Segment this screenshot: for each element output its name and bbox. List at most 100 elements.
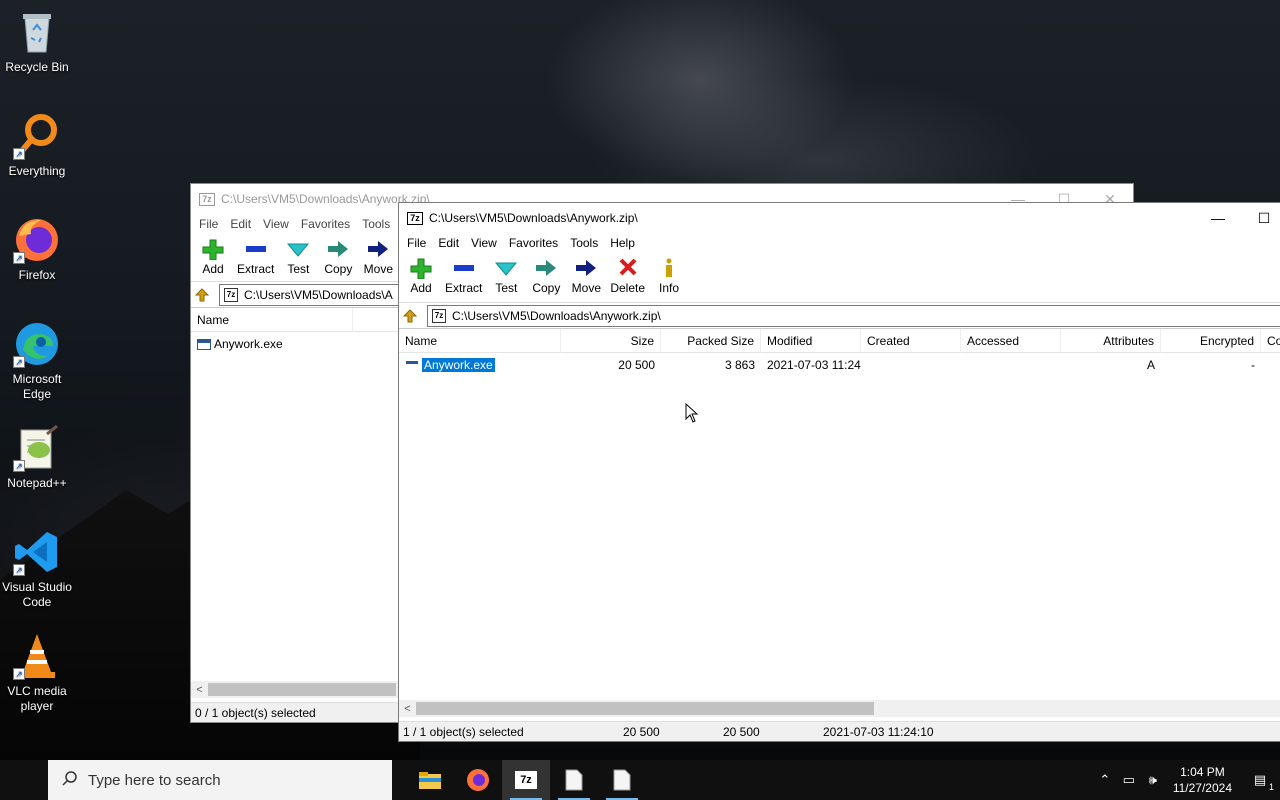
- test-icon: [494, 257, 518, 279]
- clock[interactable]: 1:04 PM 11/27/2024: [1165, 764, 1240, 796]
- scroll-left-arrow-icon[interactable]: <: [399, 700, 416, 717]
- status-selected: 1 / 1 object(s) selected: [403, 724, 524, 739]
- notification-count: 1: [1268, 782, 1274, 792]
- desktop-icon-firefox[interactable]: ↗ Firefox: [0, 216, 74, 283]
- back-horizontal-scrollbar[interactable]: <: [191, 681, 399, 698]
- desktop-icon-notepad-plus-plus[interactable]: ↗ Notepad++: [0, 424, 74, 491]
- taskbar-7zip[interactable]: 7z: [502, 760, 550, 800]
- shortcut-arrow-icon: ↗: [13, 668, 25, 680]
- scroll-thumb[interactable]: [208, 683, 396, 696]
- front-window-titlebar[interactable]: 7z C:\Users\VM5\Downloads\Anywork.zip\ —…: [399, 203, 1280, 233]
- front-address-field[interactable]: 7z C:\Users\VM5\Downloads\Anywork.zip\: [427, 304, 1280, 327]
- taskbar-search-box[interactable]: Type here to search: [48, 760, 392, 800]
- menu-favorites[interactable]: Favorites: [503, 236, 564, 250]
- column-size[interactable]: Size: [561, 328, 661, 353]
- column-packed-size[interactable]: Packed Size: [661, 328, 761, 353]
- taskbar-document-2[interactable]: [598, 760, 646, 800]
- system-tray: ⌃ ▭ 🕪 1:04 PM 11/27/2024 ▤ 1: [1093, 760, 1280, 800]
- front-status-bar: 1 / 1 object(s) selected 20 500 20 500 2…: [399, 721, 1280, 741]
- volume-icon[interactable]: 🕪: [1141, 772, 1165, 788]
- column-comment[interactable]: Co: [1261, 329, 1280, 353]
- info-button[interactable]: Info: [649, 253, 689, 295]
- front-window-menubar: File Edit View Favorites Tools Help: [399, 233, 1280, 253]
- extract-button[interactable]: Extract: [441, 253, 486, 295]
- vscode-icon: ↗: [13, 528, 61, 576]
- status-packed: 20 500: [723, 724, 760, 739]
- desktop-icon-label: Firefox: [18, 268, 56, 282]
- menu-edit[interactable]: Edit: [224, 217, 257, 231]
- desktop-icon-vscode[interactable]: ↗ Visual Studio Code: [0, 528, 74, 610]
- move-button[interactable]: Move: [566, 253, 606, 295]
- test-button[interactable]: Test: [278, 234, 318, 276]
- extract-icon: [244, 238, 268, 260]
- network-icon[interactable]: ▭: [1117, 772, 1141, 788]
- scroll-left-arrow-icon[interactable]: <: [191, 681, 208, 698]
- menu-view[interactable]: View: [257, 217, 295, 231]
- size-cell: 20 500: [618, 358, 655, 372]
- file-name-cell: Anywork.exe: [191, 337, 289, 351]
- clock-date: 11/27/2024: [1172, 781, 1232, 795]
- notification-icon[interactable]: ▤ 1: [1240, 772, 1280, 792]
- clock-time: 1:04 PM: [1180, 765, 1225, 779]
- notepad-plus-plus-icon: ↗: [13, 424, 61, 472]
- desktop-icon-microsoft-edge[interactable]: ↗ Microsoft Edge: [0, 320, 74, 402]
- menu-tools[interactable]: Tools: [564, 236, 604, 250]
- start-button[interactable]: [0, 760, 48, 800]
- desktop-icon-everything[interactable]: ↗ Everything: [0, 112, 74, 179]
- desktop-icon-label: Notepad++: [7, 476, 67, 490]
- taskbar-firefox[interactable]: [454, 760, 502, 800]
- column-encrypted[interactable]: Encrypted: [1161, 328, 1261, 353]
- menu-help[interactable]: Help: [604, 236, 641, 250]
- column-name[interactable]: Name: [399, 328, 561, 353]
- extract-icon: [452, 257, 476, 279]
- front-horizontal-scrollbar[interactable]: <: [399, 700, 1280, 717]
- folder-up-icon[interactable]: [399, 305, 421, 327]
- zip-icon: 7z: [432, 308, 446, 323]
- firefox-icon: [467, 769, 489, 791]
- menu-edit[interactable]: Edit: [432, 236, 465, 250]
- desktop-icon-vlc[interactable]: ↗ VLC media player: [0, 632, 74, 714]
- move-icon: [574, 257, 598, 279]
- packed-size-cell: 3 863: [724, 358, 755, 372]
- copy-button[interactable]: Copy: [526, 253, 566, 295]
- move-button[interactable]: Move: [358, 234, 398, 276]
- mouse-cursor-icon: [685, 402, 699, 423]
- add-button[interactable]: Add: [193, 234, 233, 276]
- 7zip-app-icon: 7z: [199, 192, 215, 206]
- shortcut-arrow-icon: ↗: [13, 356, 25, 368]
- column-modified[interactable]: Modified: [761, 328, 861, 353]
- column-name[interactable]: Name: [191, 307, 353, 332]
- desktop-icon-label: Everything: [8, 164, 66, 178]
- chevron-up-icon[interactable]: ⌃: [1093, 772, 1117, 788]
- menu-view[interactable]: View: [465, 236, 503, 250]
- scroll-thumb[interactable]: [416, 702, 874, 715]
- move-icon: [366, 238, 390, 260]
- column-created[interactable]: Created: [861, 328, 961, 353]
- back-status-bar: 0 / 1 object(s) selected: [191, 702, 399, 722]
- add-button[interactable]: Add: [401, 253, 441, 295]
- column-attributes[interactable]: Attributes: [1061, 328, 1161, 353]
- test-button[interactable]: Test: [486, 253, 526, 295]
- menu-file[interactable]: File: [401, 236, 432, 250]
- table-row[interactable]: Anywork.exe 20 500 3 863 2021-07-03 11:2…: [399, 355, 1280, 375]
- status-selected: 0 / 1 object(s) selected: [195, 705, 316, 720]
- menu-favorites[interactable]: Favorites: [295, 217, 356, 231]
- desktop-icon-recycle-bin[interactable]: Recycle Bin: [0, 8, 74, 75]
- 7zip-icon: 7z: [515, 771, 537, 789]
- taskbar-document-1[interactable]: [550, 760, 598, 800]
- maximize-button[interactable]: ☐: [1241, 203, 1280, 233]
- desktop-icon-label: Microsoft Edge: [12, 372, 62, 401]
- edge-icon: ↗: [13, 320, 61, 368]
- zip-icon: 7z: [224, 287, 238, 302]
- taskbar-file-explorer[interactable]: [406, 760, 454, 800]
- extract-button[interactable]: Extract: [233, 234, 278, 276]
- folder-up-icon[interactable]: [191, 284, 213, 306]
- column-accessed[interactable]: Accessed: [961, 328, 1061, 353]
- copy-button[interactable]: Copy: [318, 234, 358, 276]
- front-window-toolbar: Add Extract Test Copy Move Delete Info: [399, 253, 1280, 303]
- menu-tools[interactable]: Tools: [356, 217, 396, 231]
- front-7zip-window[interactable]: 7z C:\Users\VM5\Downloads\Anywork.zip\ —…: [398, 202, 1280, 742]
- minimize-button[interactable]: —: [1195, 203, 1241, 233]
- delete-button[interactable]: Delete: [606, 253, 649, 295]
- menu-file[interactable]: File: [193, 217, 224, 231]
